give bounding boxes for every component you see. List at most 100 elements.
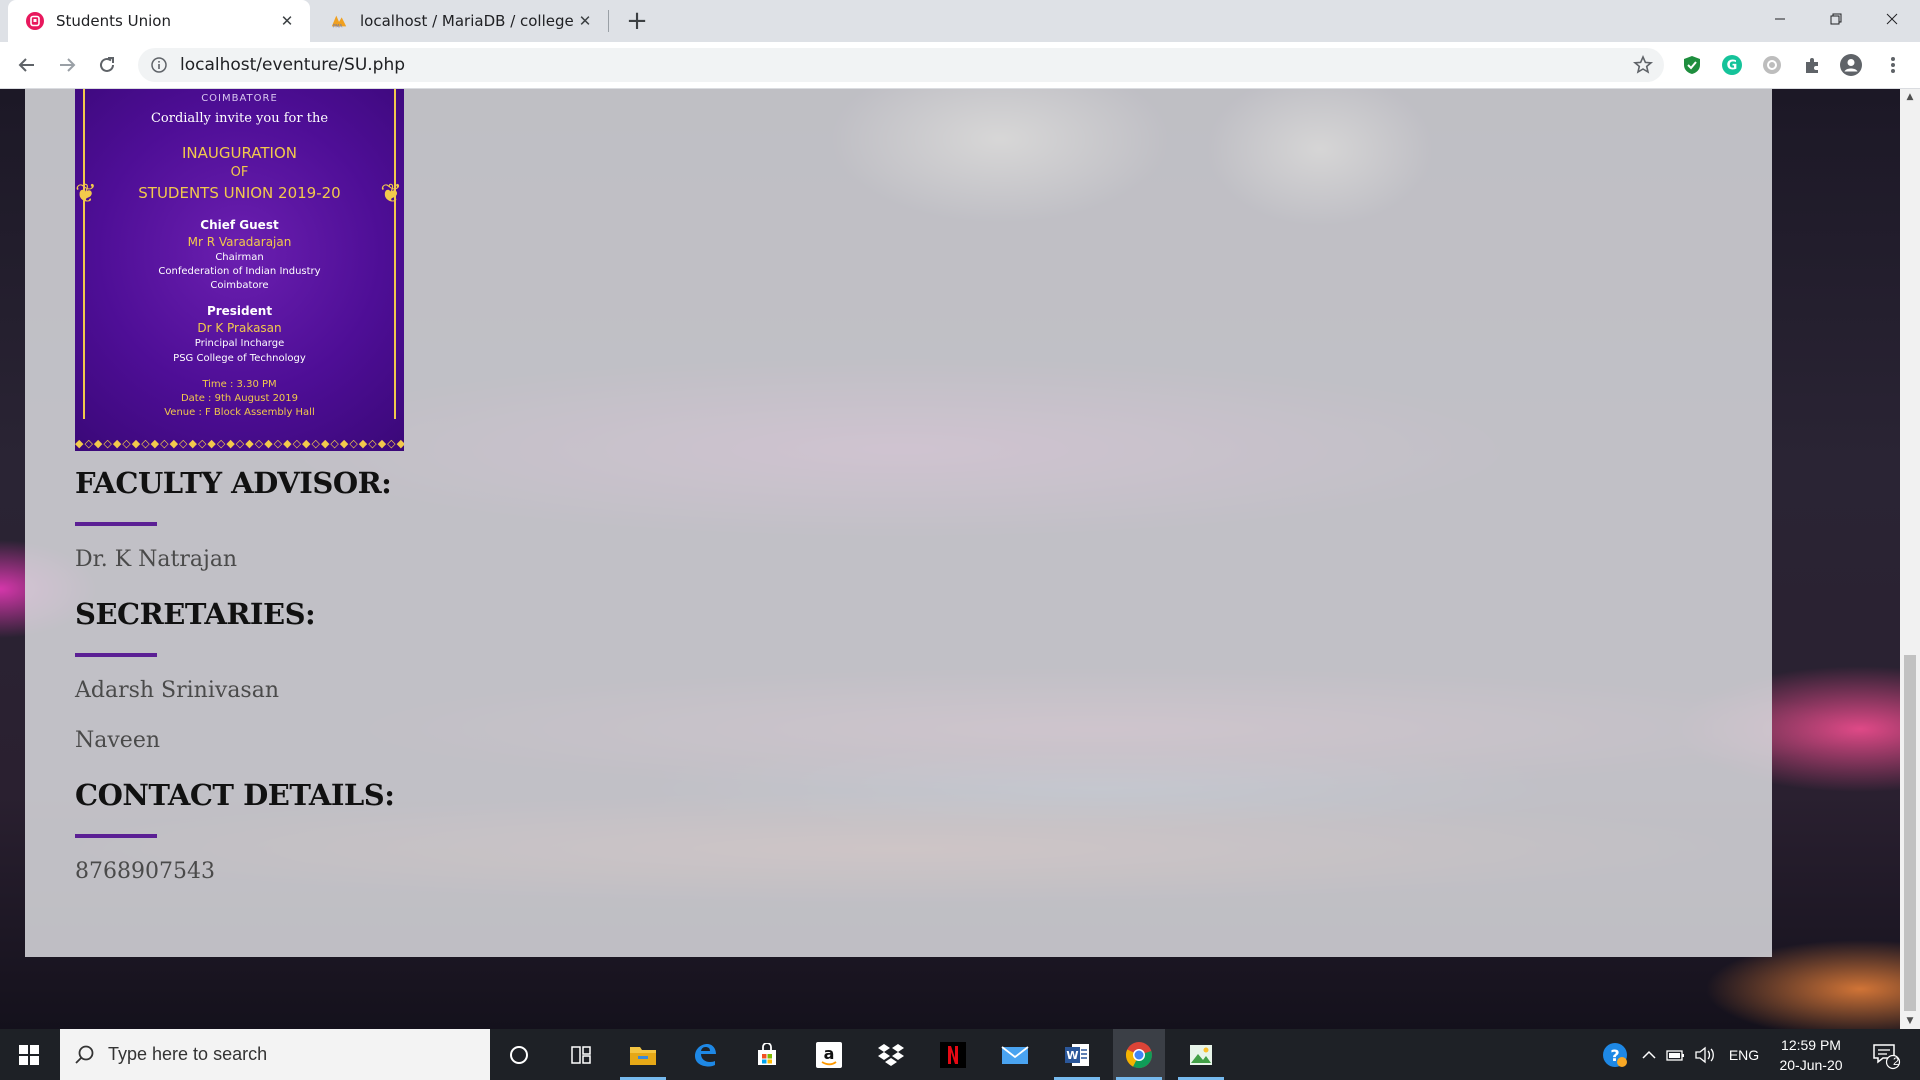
- scroll-up-icon[interactable]: ▲: [1900, 89, 1920, 105]
- browser-toolbar: localhost/eventure/SU.php G: [0, 42, 1920, 89]
- poster-text: Principal Incharge: [194, 338, 285, 349]
- svg-text:W: W: [1066, 1049, 1078, 1062]
- notification-center-icon[interactable]: 2: [1866, 1029, 1906, 1080]
- page-scrollbar[interactable]: ▲ ▼: [1900, 89, 1920, 1029]
- file-explorer-icon[interactable]: [617, 1029, 669, 1080]
- store-icon[interactable]: [741, 1029, 793, 1080]
- poster-event: STUDENTS UNION 2019-20: [138, 184, 341, 202]
- profile-icon[interactable]: [1840, 54, 1862, 76]
- task-view-icon[interactable]: [555, 1029, 607, 1080]
- tab-phpmyadmin[interactable]: PMA localhost / MariaDB / collegeforu ✕: [312, 0, 608, 42]
- secretaries-heading: SECRETARIES:: [75, 597, 316, 631]
- page-viewport: ❦ ❦ COIMBATORE Cordially invite you for …: [0, 89, 1900, 1029]
- heading-underline: [75, 522, 157, 526]
- poster-chief-guest-label: Chief Guest: [200, 218, 279, 232]
- close-window-button[interactable]: [1864, 0, 1920, 38]
- reload-icon: [100, 57, 114, 72]
- faculty-advisor-heading: FACULTY ADVISOR:: [75, 466, 392, 500]
- tab-strip: Students Union ✕ PMA localhost / MariaDB…: [0, 0, 1920, 42]
- poster-president-name: Dr K Prakasan: [197, 321, 282, 335]
- svg-text:G: G: [1727, 59, 1738, 74]
- notification-count: 2: [1892, 1056, 1900, 1068]
- poster-time: Time : 3.30 PM: [202, 379, 277, 390]
- url-text: localhost/eventure/SU.php: [180, 55, 406, 75]
- restore-icon: [1830, 13, 1842, 25]
- back-arrow-icon: [18, 58, 34, 72]
- poster-venue: Venue : F Block Assembly Hall: [164, 407, 315, 418]
- poster-invite: Cordially invite you for the: [150, 111, 329, 126]
- chevron-up-icon[interactable]: [1638, 1029, 1660, 1080]
- tab-separator: [608, 10, 609, 32]
- heading-underline: [75, 834, 157, 838]
- close-tab-icon[interactable]: ✕: [276, 10, 298, 32]
- contact-phone: 8768907543: [75, 859, 215, 884]
- minimize-icon: [1775, 18, 1785, 20]
- dropbox-icon[interactable]: [865, 1029, 917, 1080]
- contact-details-heading: CONTACT DETAILS:: [75, 778, 395, 812]
- cortana-icon[interactable]: [493, 1029, 545, 1080]
- search-icon: [75, 1045, 94, 1064]
- language-indicator[interactable]: ENG: [1724, 1029, 1764, 1080]
- phpmyadmin-icon: PMA: [330, 12, 348, 30]
- heading-underline: [75, 653, 157, 657]
- bookmark-star-icon[interactable]: [1632, 54, 1654, 76]
- reload-button[interactable]: [92, 50, 122, 80]
- tab-app-icon: [26, 12, 44, 30]
- search-placeholder: Type here to search: [108, 1044, 268, 1064]
- close-tab-icon[interactable]: ✕: [574, 10, 596, 32]
- poster-chief-guest-name: Mr R Varadarajan: [187, 235, 292, 249]
- poster-college: COIMBATORE: [201, 93, 278, 104]
- address-bar[interactable]: localhost/eventure/SU.php: [138, 48, 1664, 82]
- tab-students-union[interactable]: Students Union ✕: [8, 0, 310, 42]
- scroll-down-icon[interactable]: ▼: [1900, 1013, 1920, 1029]
- svg-text:a: a: [824, 1044, 835, 1063]
- grammarly-icon[interactable]: G: [1721, 54, 1743, 76]
- battery-icon[interactable]: [1664, 1029, 1688, 1080]
- circle-extension-icon[interactable]: [1761, 54, 1783, 76]
- poster-date: Date : 9th August 2019: [180, 393, 299, 404]
- scroll-thumb[interactable]: [1904, 655, 1916, 1011]
- secretary-name: Adarsh Srinivasan: [75, 678, 280, 703]
- taskbar-clock[interactable]: 12:59 PM 20-Jun-20: [1766, 1035, 1856, 1075]
- poster-text: Coimbatore: [210, 280, 269, 291]
- site-info-icon[interactable]: [150, 56, 168, 74]
- back-button[interactable]: [12, 50, 42, 80]
- secretary-name: Naveen: [75, 728, 161, 753]
- poster-event: INAUGURATION: [181, 144, 297, 162]
- taskbar-search-box[interactable]: Type here to search: [60, 1029, 490, 1080]
- netflix-icon[interactable]: [927, 1029, 979, 1080]
- close-icon: [1886, 13, 1898, 25]
- forward-button[interactable]: [52, 50, 82, 80]
- start-button[interactable]: [0, 1029, 58, 1080]
- image-app-icon[interactable]: [1175, 1029, 1227, 1080]
- puzzle-icon[interactable]: [1801, 54, 1823, 76]
- help-icon[interactable]: ?: [1598, 1029, 1632, 1080]
- poster-text: Confederation of Indian Industry: [158, 266, 321, 277]
- menu-dots-icon[interactable]: [1882, 54, 1904, 76]
- poster-president-label: President: [206, 304, 273, 318]
- minimize-button[interactable]: [1752, 0, 1808, 38]
- shield-extension-icon[interactable]: [1681, 54, 1703, 76]
- restore-button[interactable]: [1808, 0, 1864, 38]
- faculty-advisor-name: Dr. K Natrajan: [75, 547, 238, 572]
- clock-time: 12:59 PM: [1781, 1037, 1841, 1053]
- poster-border-pattern: ◆◇◆◇◆◇◆◇◆◇◆◇◆◇◆◇◆◇◆◇◆◇◆◇◆◇◆◇◆◇◆◇◆◇◆◇◆◇◆: [75, 437, 404, 450]
- inauguration-poster: ❦ ❦ COIMBATORE Cordially invite you for …: [75, 89, 404, 451]
- edge-icon[interactable]: [679, 1029, 731, 1080]
- amazon-icon[interactable]: a: [803, 1029, 855, 1080]
- svg-text:PMA: PMA: [333, 23, 344, 29]
- poster-text: PSG College of Technology: [173, 353, 306, 364]
- new-tab-button[interactable]: +: [622, 6, 652, 36]
- chrome-icon[interactable]: [1113, 1029, 1165, 1080]
- poster-text: Chairman: [215, 252, 264, 263]
- tab-title: localhost / MariaDB / collegeforu: [360, 12, 574, 30]
- volume-icon[interactable]: [1692, 1029, 1718, 1080]
- word-icon[interactable]: W: [1051, 1029, 1103, 1080]
- mail-icon[interactable]: [989, 1029, 1041, 1080]
- windows-taskbar: Type here to search a W ? ENG 12:59 PM 2…: [0, 1029, 1920, 1080]
- poster-event: OF: [230, 165, 249, 180]
- windows-logo-icon: [19, 1044, 39, 1065]
- clock-date: 20-Jun-20: [1779, 1057, 1843, 1073]
- tab-title: Students Union: [56, 12, 171, 30]
- forward-arrow-icon: [60, 58, 76, 72]
